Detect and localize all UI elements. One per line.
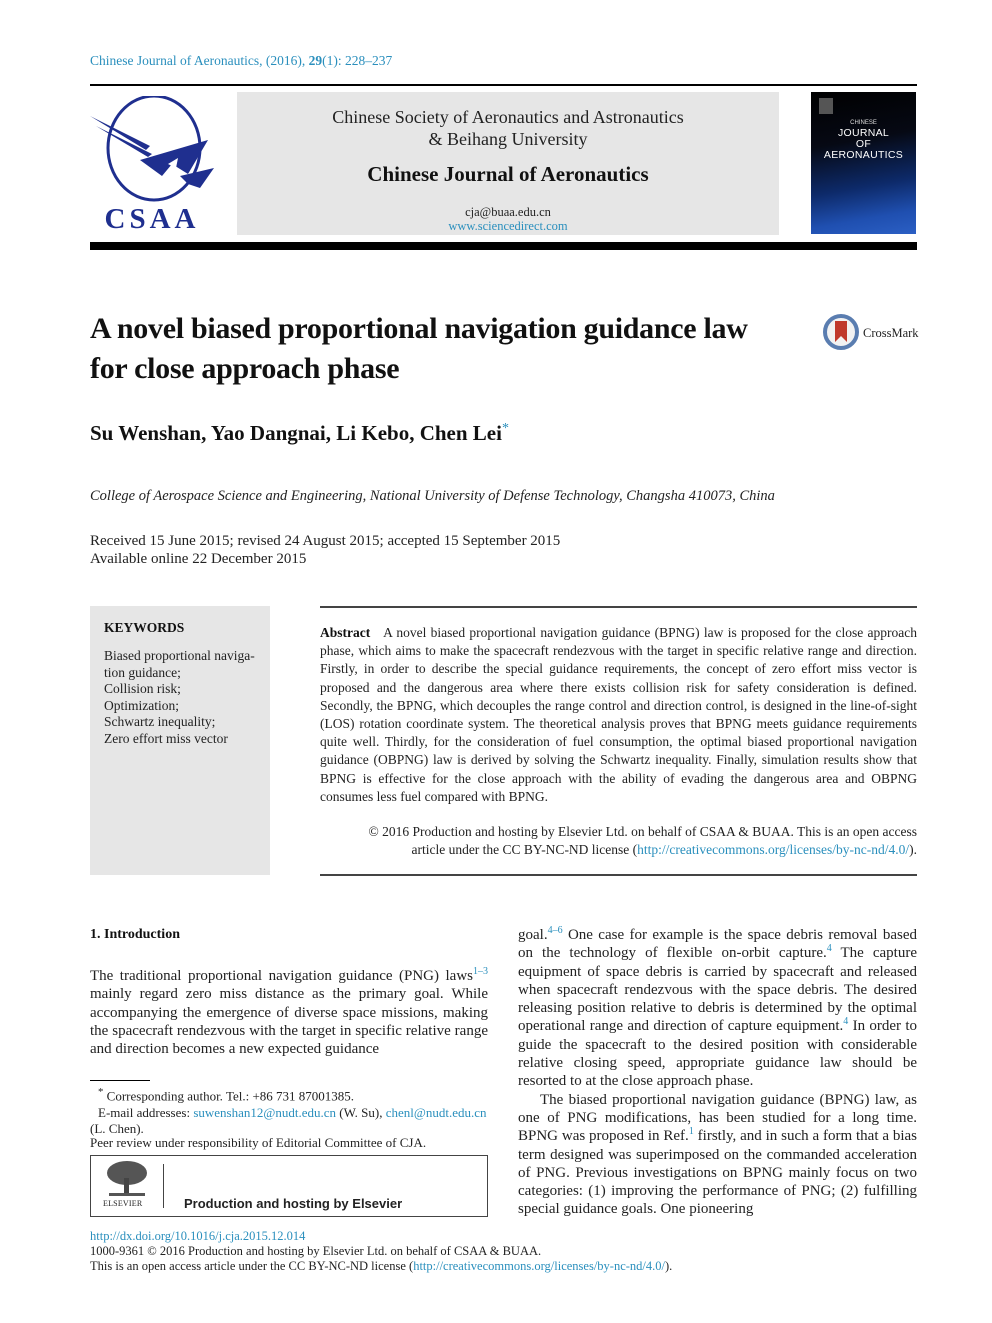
keywords-title: KEYWORDS: [104, 620, 185, 635]
elsevier-divider: [163, 1164, 164, 1208]
abstract-section: Abstract A novel biased proportional nav…: [320, 624, 917, 806]
top-rule: [90, 84, 917, 86]
email-prefix: E-mail addresses:: [98, 1104, 194, 1120]
citation-link[interactable]: 4–6: [548, 925, 563, 936]
society-name: Chinese Society of Aeronautics and Astro…: [237, 106, 779, 150]
elsevier-cover-logo-icon: [819, 98, 833, 114]
issn-line: 1000-9361 © 2016 Production and hosting …: [90, 1244, 542, 1258]
authors-names: Su Wenshan, Yao Dangnai, Li Kebo, Chen L…: [90, 421, 502, 445]
peer-review-note: Peer review under responsibility of Edit…: [90, 1135, 427, 1150]
copyright-text: article under the CC BY-NC-ND license (: [411, 841, 638, 857]
author-list: Su Wenshan, Yao Dangnai, Li Kebo, Chen L…: [90, 421, 509, 446]
cover-title: JOURNAL OF AERONAUTICS: [811, 128, 916, 161]
journal-header-box: Chinese Society of Aeronautics and Astro…: [237, 92, 779, 235]
license-prefix: This is an open access article under the…: [90, 1259, 414, 1273]
body-column-left: The traditional proportional navigation …: [90, 967, 488, 1058]
crossmark-icon: [823, 314, 859, 350]
journal-citation[interactable]: Chinese Journal of Aeronautics, (2016), …: [90, 53, 392, 69]
license-link[interactable]: http://creativecommons.org/licenses/by-n…: [637, 842, 909, 857]
journal-cover-image: CHINESE JOURNAL OF AERONAUTICS: [811, 92, 916, 234]
journal-name: Chinese Journal of Aeronautics: [367, 162, 649, 186]
elsevier-hosting-box: ELSEVIER Production and hosting by Elsev…: [90, 1155, 488, 1217]
crossmark-label[interactable]: CrossMark: [863, 326, 919, 341]
affiliation: College of Aerospace Science and Enginee…: [90, 488, 775, 504]
bottom-notes: http://dx.doi.org/10.1016/j.cja.2015.12.…: [90, 1229, 672, 1274]
elsevier-hosting-text: Production and hosting by Elsevier: [184, 1196, 403, 1211]
citation-prefix: Chinese Journal of Aeronautics, (2016),: [90, 53, 309, 68]
header-thick-rule: [90, 242, 917, 250]
corresponding-text: Corresponding author. Tel.: +86 731 8700…: [103, 1088, 355, 1104]
abstract-bottom-rule: [320, 874, 917, 876]
journal-website-link[interactable]: www.sciencedirect.com: [237, 219, 779, 234]
abstract-copyright: © 2016 Production and hosting by Elsevie…: [320, 823, 917, 858]
elsevier-wordmark: ELSEVIER: [103, 1199, 143, 1208]
abstract-text: A novel biased proportional navigation g…: [320, 625, 917, 804]
intro-text: mainly regard zero miss distance as the …: [90, 986, 488, 1058]
corresponding-author-mark[interactable]: *: [502, 421, 509, 436]
doi-link[interactable]: http://dx.doi.org/10.1016/j.cja.2015.12.…: [90, 1229, 672, 1244]
citation-suffix: (1): 228–237: [322, 53, 393, 68]
csaa-logo: CSAA: [88, 94, 218, 236]
copyright-end: ).: [909, 841, 917, 857]
article-title: A novel biased proportional navigation g…: [90, 312, 748, 385]
keyword-item: Biased proportional naviga-tion guidance…: [104, 648, 255, 680]
email-addresses: E-mail addresses: suwenshan12@nudt.edu.c…: [90, 1105, 488, 1138]
license-link-bottom[interactable]: http://creativecommons.org/licenses/by-n…: [413, 1259, 665, 1273]
keyword-item: Schwartz inequality;: [104, 714, 216, 730]
available-online-date: Available online 22 December 2015: [90, 551, 307, 567]
keyword-item: Collision risk;: [104, 681, 181, 697]
keywords-box: KEYWORDS Biased proportional naviga-tion…: [90, 606, 270, 875]
copyright-line-1: © 2016 Production and hosting by Elsevie…: [368, 824, 917, 839]
society-line-1: Chinese Society of Aeronautics and Astro…: [332, 107, 684, 127]
keyword-item: Zero effort miss vector: [104, 730, 228, 746]
intro-paragraph-2: The biased proportional navigation guida…: [518, 1091, 917, 1219]
email-name-su: (W. Su),: [335, 1104, 386, 1120]
article-dates: Received 15 June 2015; revised 24 August…: [90, 532, 560, 568]
footnote-rule: [90, 1080, 150, 1081]
cover-line-1: CHINESE: [850, 120, 877, 126]
intro-text: The traditional proportional navigation …: [90, 968, 473, 984]
abstract-label: Abstract: [320, 625, 371, 640]
citation-link[interactable]: 1–3: [473, 966, 488, 977]
abstract-top-rule: [320, 606, 917, 608]
elsevier-tree-logo-icon: [105, 1160, 149, 1198]
crossmark-button[interactable]: [823, 314, 859, 355]
footnotes: * Corresponding author. Tel.: +86 731 87…: [90, 1084, 488, 1138]
citation-volume: 29: [308, 53, 323, 68]
journal-email[interactable]: cja@buaa.edu.cn: [237, 205, 779, 220]
cover-line-4: AERONAUTICS: [823, 149, 904, 161]
body-column-right: goal.4–6 One case for example is the spa…: [518, 926, 917, 1219]
email-link-chen[interactable]: chenl@nudt.edu.cn: [386, 1105, 487, 1120]
csaa-logo-text: CSAA: [105, 203, 200, 235]
section-heading-introduction: 1. Introduction: [90, 927, 180, 942]
corresponding-author-note: * Corresponding author. Tel.: +86 731 87…: [90, 1084, 488, 1105]
keywords-list: Biased proportional naviga-tion guidance…: [104, 648, 264, 748]
csaa-emblem-icon: CSAA: [90, 94, 214, 235]
email-link-su[interactable]: suwenshan12@nudt.edu.cn: [193, 1105, 336, 1120]
keyword-item: Optimization;: [104, 697, 179, 713]
society-line-2: & Beihang University: [428, 129, 588, 149]
copyright-line-2: article under the CC BY-NC-ND license (h…: [320, 841, 917, 859]
license-suffix: ).: [664, 1259, 673, 1273]
license-line: This is an open access article under the…: [90, 1259, 672, 1274]
intro-text: goal.: [518, 927, 548, 943]
received-dates: Received 15 June 2015; revised 24 August…: [90, 533, 561, 549]
